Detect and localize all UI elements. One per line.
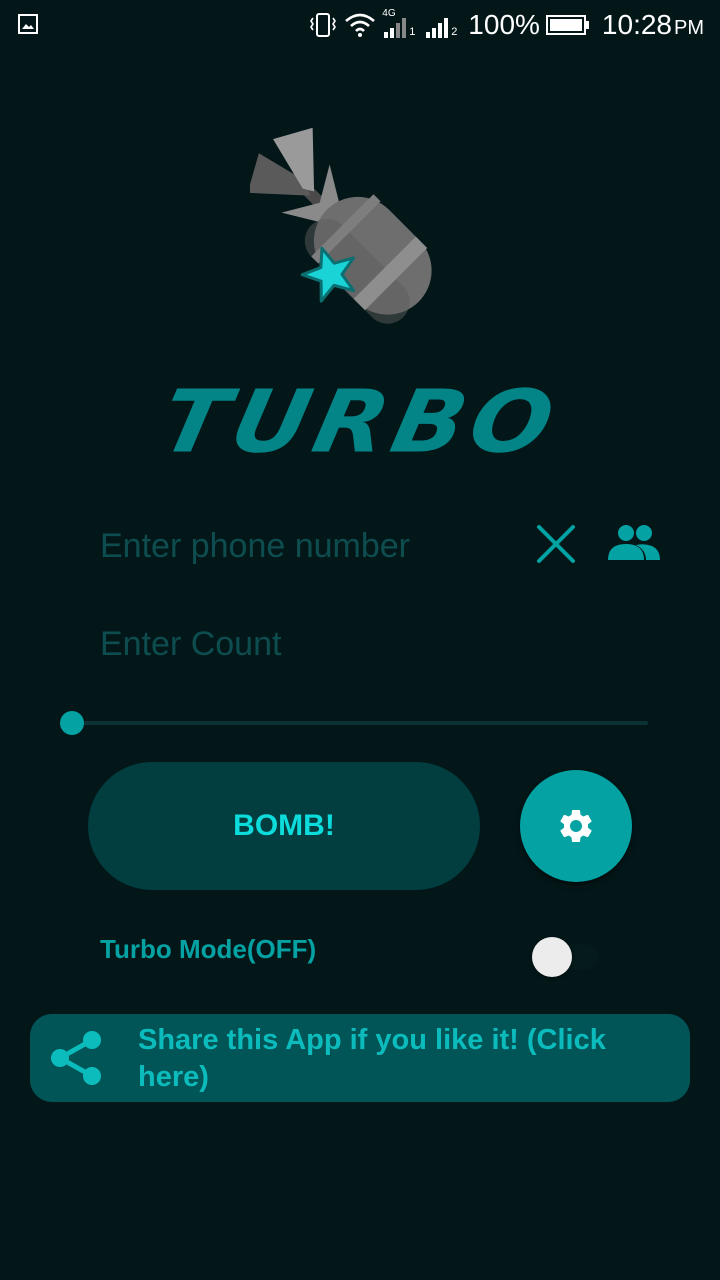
- battery-icon: [545, 15, 589, 35]
- turbo-mode-switch[interactable]: [532, 936, 600, 978]
- clock-ampm: PM: [674, 17, 704, 39]
- sim1-label: 1: [409, 26, 416, 38]
- switch-thumb[interactable]: [532, 937, 572, 977]
- battery-percent: 100%: [468, 9, 540, 40]
- gallery-notification-icon: [18, 14, 38, 34]
- signal-sim1: 4G 1: [382, 8, 418, 40]
- bomb-button[interactable]: BOMB!: [88, 762, 480, 890]
- gear-icon: [560, 810, 592, 842]
- contacts-icon[interactable]: [606, 522, 662, 566]
- count-slider[interactable]: [58, 708, 652, 738]
- slider-thumb[interactable]: [60, 711, 84, 735]
- status-bar: 4G 1 2 100% 10:28 PM: [0, 0, 720, 50]
- signal-sim2: 2: [424, 10, 462, 40]
- wifi-icon: [345, 13, 376, 37]
- clock-time: 10:28: [601, 9, 672, 40]
- share-app-text: Share this App if you like it! (Click he…: [138, 1024, 606, 1093]
- count-input[interactable]: [98, 616, 522, 672]
- share-app-banner[interactable]: Share this App if you like it! (Click he…: [30, 1014, 690, 1102]
- settings-button[interactable]: [520, 770, 632, 882]
- phone-number-input[interactable]: [98, 518, 522, 574]
- vibrate-icon: [310, 13, 337, 37]
- slider-track[interactable]: [72, 721, 648, 725]
- turbo-mode-label: Turbo Mode(OFF): [100, 934, 317, 964]
- sim2-label: 2: [451, 26, 458, 38]
- close-icon[interactable]: [534, 522, 578, 566]
- app-title: TURBO: [152, 372, 568, 473]
- bomb-icon: [250, 128, 432, 324]
- share-icon: [51, 1031, 101, 1085]
